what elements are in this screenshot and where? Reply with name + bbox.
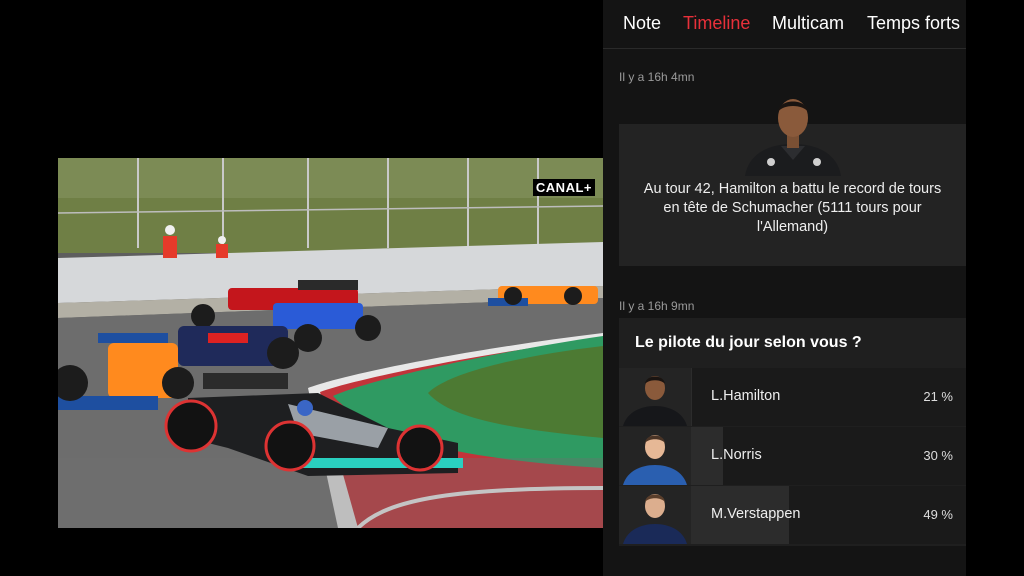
tab-multicam[interactable]: Multicam (772, 13, 844, 34)
poll-option[interactable]: M.Verstappen 49 % (619, 486, 966, 544)
driver-photo (619, 427, 691, 485)
driver-avatar (745, 99, 841, 176)
driver-photo (619, 368, 691, 426)
tab-temps-forts[interactable]: Temps forts (867, 13, 960, 34)
timeline-card-text: Au tour 42, Hamilton a battu le record d… (643, 181, 942, 235)
side-panel: Note Timeline Multicam Temps forts Il y … (603, 0, 966, 576)
poll-option-name: L.Hamilton (711, 388, 781, 404)
poll-option-name: L.Norris (711, 447, 762, 463)
tab-timeline[interactable]: Timeline (683, 13, 750, 34)
poll-title: Le pilote du jour selon vous ? (635, 334, 862, 351)
timeline-timestamp: Il y a 16h 4mn (619, 70, 695, 84)
driver-photo (619, 486, 691, 544)
tab-bar: Note Timeline Multicam Temps forts (603, 0, 966, 49)
video-player[interactable]: CANAL+ (58, 158, 603, 528)
poll-option[interactable]: L.Norris 30 % (619, 427, 966, 485)
poll-option-name: M.Verstappen (711, 506, 801, 522)
poll-option[interactable]: L.Hamilton 21 % (619, 368, 966, 426)
tab-note[interactable]: Note (623, 13, 661, 34)
poll-option-percent: 49 % (923, 507, 953, 522)
broadcaster-logo: CANAL+ (532, 179, 595, 196)
timeline-timestamp: Il y a 16h 9mn (619, 299, 695, 313)
poll-card: Le pilote du jour selon vous ? L.Hamilto… (619, 318, 966, 546)
poll-option-percent: 30 % (923, 448, 953, 463)
poll-option-percent: 21 % (923, 389, 953, 404)
race-video-frame (58, 158, 603, 528)
